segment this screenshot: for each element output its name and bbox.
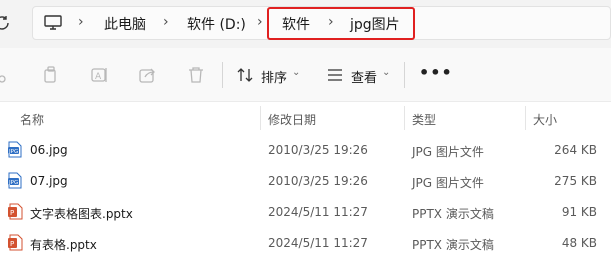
breadcrumb-chevron-icon[interactable]: › — [328, 14, 334, 30]
column-header: 名称 修改日期 类型 大小 — [0, 102, 611, 132]
toolbar-divider — [404, 62, 405, 88]
file-name[interactable]: 06.jpg — [30, 143, 68, 157]
copy-icon[interactable] — [43, 66, 59, 84]
svg-text:JPG: JPG — [8, 180, 18, 186]
cut-icon[interactable] — [0, 66, 10, 84]
column-divider[interactable] — [525, 106, 526, 130]
file-size: 91 KB — [561, 205, 597, 219]
view-button[interactable]: 查看 — [351, 67, 377, 86]
this-pc-icon[interactable] — [44, 15, 62, 31]
column-modified-header[interactable]: 修改日期 — [268, 111, 316, 128]
sort-chevron-down-icon[interactable]: ⌄ — [292, 67, 300, 78]
file-name[interactable]: 有表格.pptx — [30, 236, 97, 253]
toolbar-divider — [222, 62, 223, 88]
file-modified: 2010/3/25 19:26 — [268, 174, 368, 188]
jpg-file-icon: JPG — [8, 141, 22, 158]
svg-text:P: P — [10, 209, 14, 217]
file-name[interactable]: 07.jpg — [30, 174, 68, 188]
breadcrumb-drive-d[interactable]: 软件 (D:) — [187, 14, 246, 34]
breadcrumb-chevron-icon[interactable]: › — [257, 14, 263, 30]
file-row[interactable]: P 文字表格图表.pptx 2024/5/11 11:27 PPTX 演示文稿 … — [0, 197, 611, 227]
column-divider[interactable] — [260, 106, 261, 130]
file-size: 275 KB — [554, 174, 597, 188]
breadcrumb-chevron-icon[interactable]: › — [78, 14, 84, 30]
file-size: 264 KB — [554, 143, 597, 157]
breadcrumb-software[interactable]: 软件 — [282, 14, 310, 34]
file-size: 48 KB — [561, 236, 597, 250]
svg-text:JPG: JPG — [8, 149, 18, 155]
file-row[interactable]: P 有表格.pptx 2024/5/11 11:27 PPTX 演示文稿 48 … — [0, 228, 611, 258]
column-divider[interactable] — [404, 106, 405, 130]
command-bar: A 排序 ⌄ 查看 ⌄ ••• — [0, 48, 611, 102]
column-type-header[interactable]: 类型 — [412, 111, 436, 128]
file-type: PPTX 演示文稿 — [412, 238, 494, 252]
breadcrumb-this-pc[interactable]: 此电脑 — [104, 14, 146, 34]
file-modified: 2010/3/25 19:26 — [268, 143, 368, 157]
breadcrumb-chevron-icon[interactable]: › — [163, 14, 169, 30]
view-icon[interactable] — [327, 68, 343, 82]
file-modified: 2024/5/11 11:27 — [268, 205, 368, 219]
address-bar-row: › 此电脑 › 软件 (D:) › 软件 › jpg图片 — [0, 0, 611, 48]
file-type: JPG 图片文件 — [412, 145, 484, 159]
sort-button[interactable]: 排序 — [261, 67, 287, 86]
column-name-header[interactable]: 名称 — [20, 111, 44, 128]
sort-icon[interactable] — [237, 67, 253, 83]
file-type: PPTX 演示文稿 — [412, 207, 494, 221]
column-size-header[interactable]: 大小 — [533, 111, 557, 128]
delete-icon[interactable] — [188, 66, 204, 84]
file-row[interactable]: JPG 06.jpg 2010/3/25 19:26 JPG 图片文件 264 … — [0, 135, 611, 165]
jpg-file-icon: JPG — [8, 172, 22, 189]
file-row[interactable]: JPG 07.jpg 2010/3/25 19:26 JPG 图片文件 275 … — [0, 166, 611, 196]
refresh-icon[interactable] — [0, 13, 12, 33]
rename-icon[interactable]: A — [91, 66, 109, 84]
svg-text:A: A — [95, 72, 102, 82]
breadcrumb-jpg-folder[interactable]: jpg图片 — [350, 14, 400, 34]
file-type: JPG 图片文件 — [412, 176, 484, 190]
more-options-button[interactable]: ••• — [419, 63, 453, 82]
pptx-file-icon: P — [8, 203, 23, 220]
share-icon[interactable] — [139, 66, 157, 84]
svg-text:P: P — [10, 240, 14, 248]
view-chevron-down-icon[interactable]: ⌄ — [382, 67, 390, 78]
pptx-file-icon: P — [8, 234, 23, 251]
file-name[interactable]: 文字表格图表.pptx — [30, 205, 133, 222]
file-modified: 2024/5/11 11:27 — [268, 236, 368, 250]
